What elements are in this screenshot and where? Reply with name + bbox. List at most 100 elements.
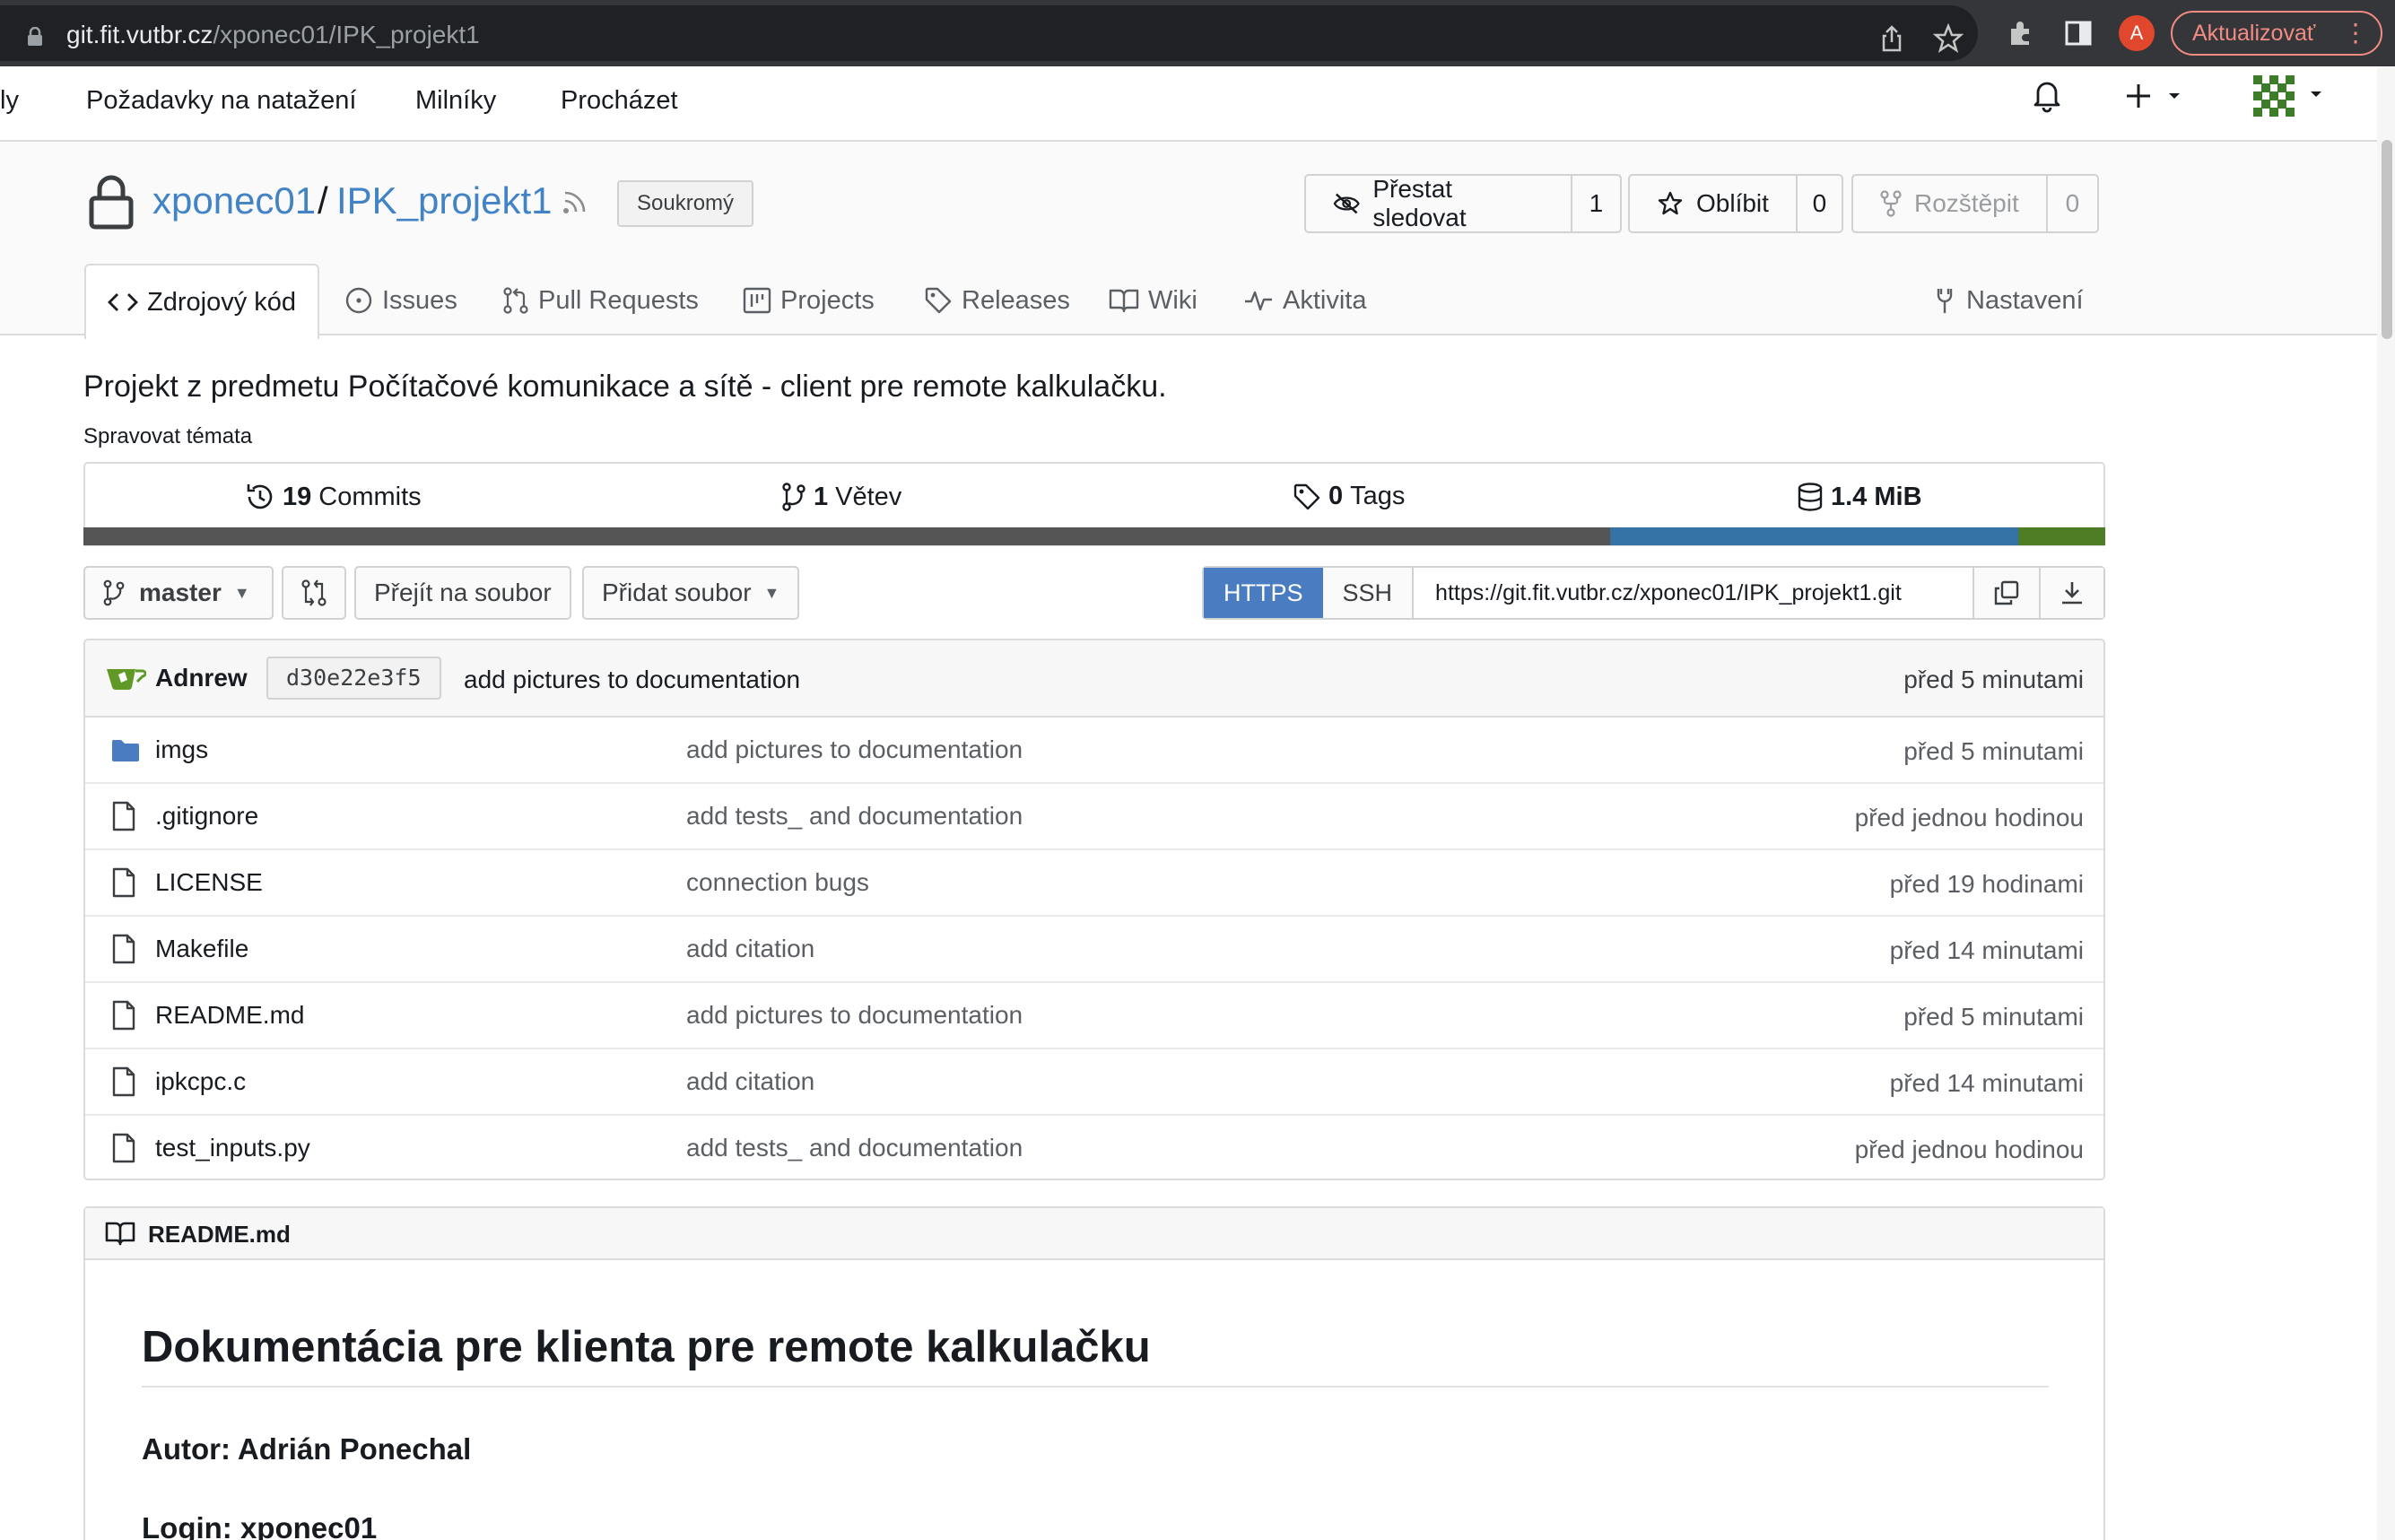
language-segment[interactable] [1609,527,2019,545]
tab-projects-label: Projects [780,285,875,315]
readme-filename[interactable]: README.md [148,1221,291,1249]
pull-request-icon [503,287,528,314]
create-new-icon[interactable] [2124,77,2187,113]
file-name[interactable]: ipkcpc.c [155,1067,246,1096]
share-icon[interactable] [1877,23,1907,54]
nav-item-pull-requests[interactable]: Požadavky na natažení [86,86,356,116]
profile-avatar[interactable]: A [2119,15,2155,51]
file-icon [110,800,137,837]
file-name[interactable]: Makefile [155,935,248,963]
extensions-icon[interactable] [2006,18,2036,48]
nav-item-explore[interactable]: Procházet [561,86,678,116]
file-commit-message[interactable]: add pictures to documentation [686,1001,1023,1030]
tab-releases[interactable]: Releases [924,264,1070,337]
address-bar[interactable]: git.fit.vutbr.cz/xponec01/IPK_projekt1 [0,5,1978,61]
file-icon [110,933,137,970]
tab-wiki-label: Wiki [1148,285,1198,315]
file-commit-message[interactable]: add citation [686,1067,814,1096]
user-avatar-icon[interactable] [2250,72,2327,118]
commit-sha[interactable]: d30e22e3f5 [266,657,441,700]
repo-owner-link[interactable]: xponec01 [152,179,316,222]
commit-time: před 5 minutami [1903,666,2084,693]
url-path: /xponec01/IPK_projekt1 [213,21,480,48]
ssh-toggle[interactable]: SSH [1322,568,1415,618]
add-file-dropdown[interactable]: Přidat soubor ▼ [582,566,799,620]
compare-button[interactable] [282,566,346,620]
tab-projects[interactable]: Projects [743,264,875,337]
file-commit-time: před 19 hodinami [1889,870,2084,898]
file-row: ipkcpc.c add citation před 14 minutami [85,1049,2103,1116]
tags-stat[interactable]: 0 Tags [1293,482,1405,511]
scrollbar-thumb[interactable] [2382,140,2392,339]
watch-button-group: Přestat sledovat 1 [1304,174,1622,233]
file-icon [110,999,137,1036]
file-commit-message[interactable]: connection bugs [686,868,869,897]
file-name[interactable]: imgs [155,735,208,764]
fork-count[interactable]: 0 [2048,176,2097,231]
compare-icon [301,579,327,606]
go-to-file-button[interactable]: Přejít na soubor [354,566,571,620]
https-toggle[interactable]: HTTPS [1204,568,1323,618]
tab-pull-requests[interactable]: Pull Requests [502,264,699,337]
language-segment[interactable] [83,527,1610,545]
file-commit-message[interactable]: add citation [686,935,814,963]
file-commit-message[interactable]: add pictures to documentation [686,735,1023,764]
file-name[interactable]: README.md [155,1001,304,1030]
fork-button[interactable]: Rozštěpit [1853,176,2048,231]
bell-icon[interactable] [2031,77,2063,113]
tab-activity[interactable]: Aktivita [1243,264,1366,337]
unwatch-button[interactable]: Přestat sledovat [1306,175,1572,231]
language-bar[interactable] [83,527,2105,545]
bookmark-star-icon[interactable] [1933,23,1964,54]
file-name[interactable]: LICENSE [155,868,263,897]
commit-message[interactable]: add pictures to documentation [464,666,800,694]
commit-author[interactable]: Adnrew [155,664,248,692]
issue-icon [345,287,372,314]
branch-selector[interactable]: master ▼ [83,566,274,620]
tab-settings[interactable]: Nastavení [1932,264,2084,337]
chevron-down-icon: ▼ [233,583,250,602]
repo-name-link[interactable]: IPK_projekt1 [336,179,552,222]
file-commit-message[interactable]: add tests_ and documentation [686,802,1023,831]
nav-item-truncated[interactable]: ly [0,86,19,116]
download-button[interactable] [2039,568,2103,618]
commits-stat[interactable]: 19 Commits [245,482,422,512]
file-row: test_inputs.py add tests_ and documentati… [85,1116,2103,1179]
gitea-logo-icon [107,669,146,691]
file-name[interactable]: .gitignore [155,802,258,831]
eye-slash-icon [1333,193,1360,214]
tags-label: Tags [1350,482,1406,510]
manage-topics-link[interactable]: Spravovat témata [83,424,252,449]
file-commit-time: před 5 minutami [1903,1003,2084,1031]
tab-wiki[interactable]: Wiki [1109,264,1198,337]
watch-count[interactable]: 1 [1572,176,1620,231]
tab-issues[interactable]: Issues [344,264,457,337]
tags-count: 0 [1328,482,1344,510]
book-icon [1109,289,1139,313]
language-segment[interactable] [2018,527,2105,545]
star-button[interactable]: Oblíbit [1630,176,1798,231]
clone-url-input[interactable]: https://git.fit.vutbr.cz/xponec01/IPK_pr… [1414,568,1974,618]
rss-feed-icon[interactable] [562,188,588,215]
copy-url-button[interactable] [1974,568,2039,618]
update-button[interactable]: Aktualizovať ⋮ [2171,11,2382,56]
star-count[interactable]: 0 [1798,176,1842,231]
project-icon [743,287,771,314]
branch-icon [103,579,125,606]
file-row: README.md add pictures to documentation př… [85,983,2103,1049]
file-name[interactable]: test_inputs.py [155,1134,310,1162]
nav-item-milestones[interactable]: Milníky [415,86,496,116]
url-text[interactable]: git.fit.vutbr.cz/xponec01/IPK_projekt1 [66,21,480,49]
readme-author: Autor: Adrián Ponechal [142,1432,472,1466]
page-scrollbar[interactable] [2377,66,2395,1540]
copy-icon [1994,580,2019,605]
url-host: git.fit.vutbr.cz [66,21,213,48]
branches-stat[interactable]: 1 Větev [781,482,901,512]
latest-commit-row: Adnrew d30e22e3f5 add pictures to docume… [85,640,2103,718]
tab-code[interactable]: Zdrojový kód [84,264,320,339]
file-commit-message[interactable]: add tests_ and documentation [686,1134,1023,1162]
side-panel-icon[interactable] [2063,18,2094,48]
branch-name: master [139,579,222,606]
readme-panel: README.md Dokumentácia pre klienta pre r… [83,1206,2105,1540]
more-vert-icon: ⋮ [2343,19,2368,47]
